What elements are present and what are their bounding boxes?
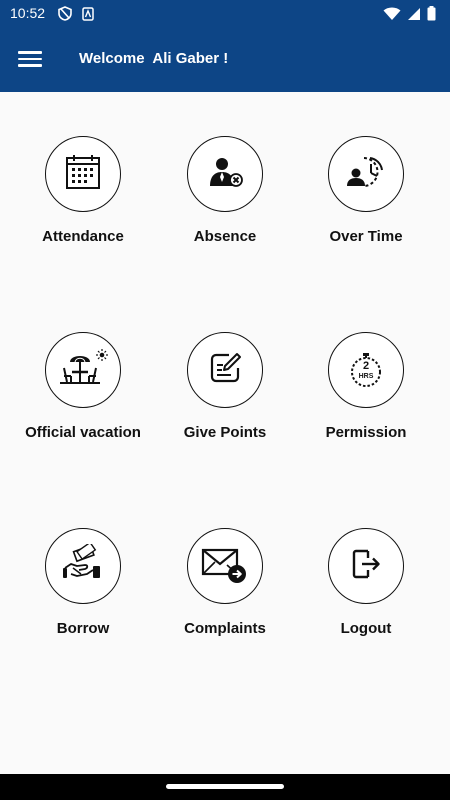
over-time-label: Over Time <box>329 228 403 245</box>
edit-note-icon <box>207 350 243 390</box>
logout-label: Logout <box>340 620 392 637</box>
shield-icon <box>58 6 72 25</box>
over-time-button[interactable]: Over Time <box>291 136 441 245</box>
absence-label: Absence <box>193 228 257 245</box>
person-remove-icon <box>205 152 245 196</box>
permission-circle[interactable]: 2 HRS <box>328 332 404 408</box>
status-time: 10:52 <box>10 5 46 21</box>
money-handshake-icon <box>61 541 105 588</box>
complaints-circle[interactable] <box>187 528 263 604</box>
signal-icon <box>407 6 421 25</box>
timer-unit: HRS <box>358 373 374 380</box>
app-bar: Welcome Ali Gaber ! <box>0 28 450 92</box>
over-time-circle[interactable] <box>328 136 404 212</box>
borrow-label: Borrow <box>56 620 110 637</box>
complaints-label: Complaints <box>184 620 266 637</box>
absence-circle[interactable] <box>187 136 263 212</box>
hamburger-menu-icon[interactable] <box>18 48 42 68</box>
permission-button[interactable]: 2 HRS Permission <box>291 332 441 441</box>
attendance-circle[interactable] <box>45 136 121 212</box>
status-bar: 10:52 <box>0 0 450 28</box>
main-grid: Attendance Absence Over Time Official va… <box>0 92 450 774</box>
official-vacation-circle[interactable] <box>45 332 121 408</box>
timer-2hrs-icon: 2 HRS <box>346 350 386 390</box>
system-nav-bar <box>0 774 450 800</box>
borrow-circle[interactable] <box>45 528 121 604</box>
home-gesture-handle[interactable] <box>166 784 284 789</box>
permission-label: Permission <box>325 424 407 441</box>
official-vacation-button[interactable]: Official vacation <box>8 332 158 441</box>
complaints-button[interactable]: Complaints <box>150 528 300 637</box>
page-title: Welcome Ali Gaber ! <box>79 50 229 67</box>
wifi-icon <box>383 6 401 25</box>
logout-icon <box>348 546 384 586</box>
logout-circle[interactable] <box>328 528 404 604</box>
absence-button[interactable]: Absence <box>150 136 300 245</box>
cafe-umbrella-icon <box>58 348 108 392</box>
battery-icon <box>427 6 436 25</box>
logout-button[interactable]: Logout <box>291 528 441 637</box>
sim-icon <box>82 6 94 25</box>
envelope-arrow-icon <box>201 544 249 588</box>
give-points-label: Give Points <box>183 424 267 441</box>
give-points-circle[interactable] <box>187 332 263 408</box>
calendar-icon <box>63 152 103 196</box>
give-points-button[interactable]: Give Points <box>150 332 300 441</box>
attendance-label: Attendance <box>42 228 124 245</box>
person-clock-icon <box>344 152 388 196</box>
timer-number: 2 <box>362 360 370 372</box>
borrow-button[interactable]: Borrow <box>8 528 158 637</box>
official-vacation-label: Official vacation <box>25 424 141 441</box>
attendance-button[interactable]: Attendance <box>8 136 158 245</box>
